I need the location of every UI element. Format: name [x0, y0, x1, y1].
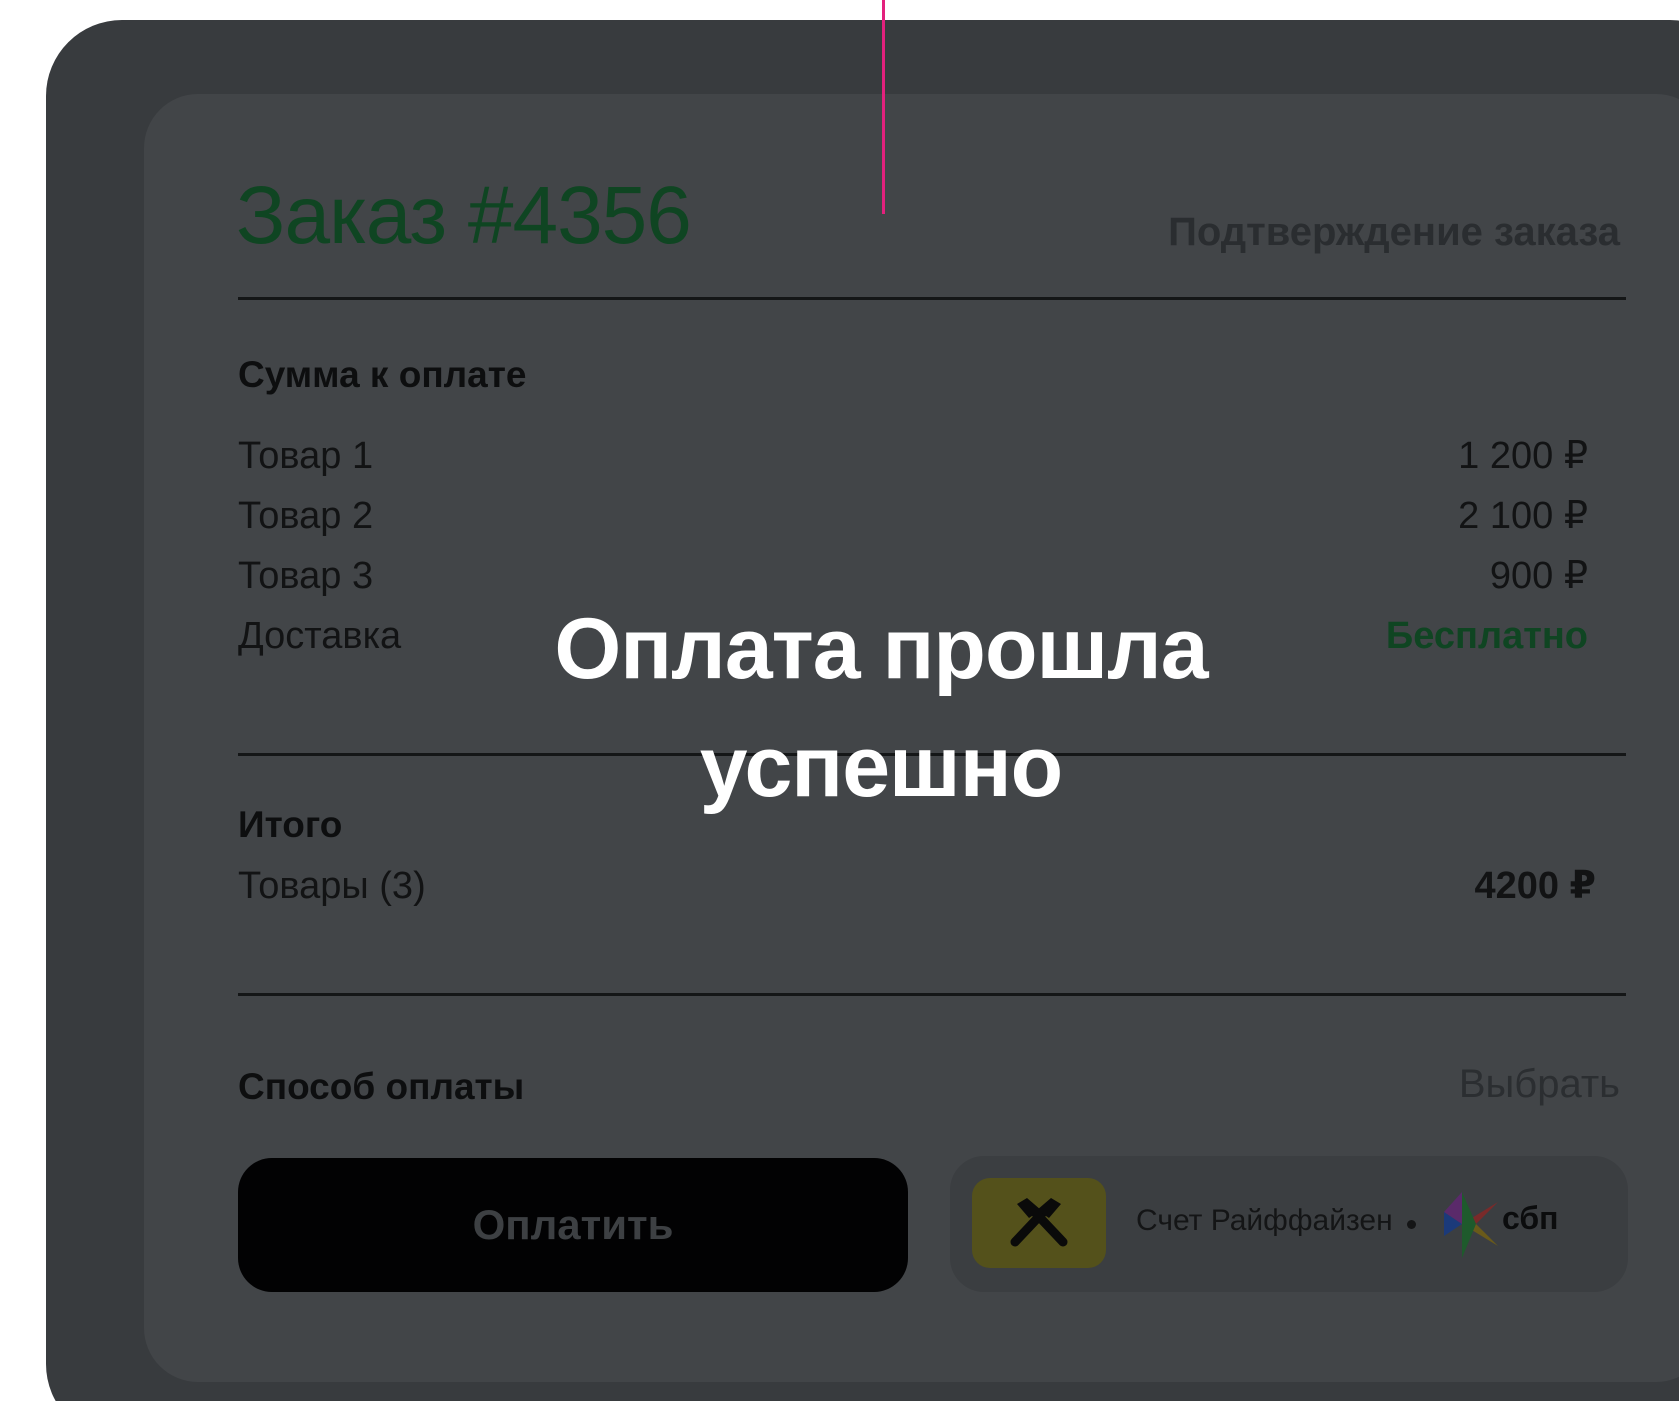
raiffeisen-logo-icon: [972, 1178, 1106, 1268]
summary-row-value: 900 ₽: [1489, 555, 1588, 597]
divider: [238, 297, 1626, 300]
delivery-label: Доставка: [238, 615, 402, 657]
total-value: 4200 ₽: [1474, 865, 1596, 907]
pay-button[interactable]: Оплатить: [238, 1158, 908, 1292]
payment-summary-title: Сумма к оплате: [238, 354, 527, 395]
summary-row: Товар 2 2 100 ₽: [238, 488, 1588, 544]
summary-row: Товар 3 900 ₽: [238, 548, 1588, 604]
payment-method-title: Способ оплаты: [238, 1066, 525, 1107]
order-title: Заказ #4356: [236, 170, 692, 261]
summary-row: Товар 1 1 200 ₽: [238, 428, 1588, 484]
device-frame: Заказ #4356 Подтверждение заказа Сумма к…: [46, 20, 1679, 1401]
summary-row-value: 2 100 ₽: [1458, 495, 1588, 537]
summary-row-value: 1 200 ₽: [1458, 435, 1588, 477]
guide-line: [882, 0, 885, 214]
total-label: Товары (3): [238, 865, 426, 907]
order-confirmation-label: Подтверждение заказа: [1168, 210, 1620, 254]
divider: [238, 753, 1626, 756]
delivery-value: Бесплатно: [1385, 615, 1588, 657]
divider: [238, 993, 1626, 996]
delivery-row: Доставка Бесплатно: [238, 608, 1588, 664]
summary-row-label: Товар 1: [238, 435, 374, 477]
sbp-logo-icon: [1444, 1192, 1498, 1258]
payment-method-label: Счет Райффайзен: [1136, 1204, 1393, 1237]
screen: Заказ #4356 Подтверждение заказа Сумма к…: [0, 0, 1679, 1401]
total-title: Итого: [238, 804, 343, 845]
total-row: Товары (3) 4200 ₽: [238, 858, 1596, 914]
order-card: Заказ #4356 Подтверждение заказа Сумма к…: [144, 94, 1679, 1382]
sbp-label: сбп: [1502, 1200, 1559, 1236]
choose-method-link[interactable]: Выбрать: [1459, 1062, 1620, 1107]
summary-row-label: Товар 3: [238, 555, 374, 597]
payment-method-card[interactable]: Счет Райффайзен сбп: [950, 1156, 1628, 1292]
summary-row-label: Товар 2: [238, 495, 374, 537]
separator-dot: [1407, 1220, 1416, 1229]
